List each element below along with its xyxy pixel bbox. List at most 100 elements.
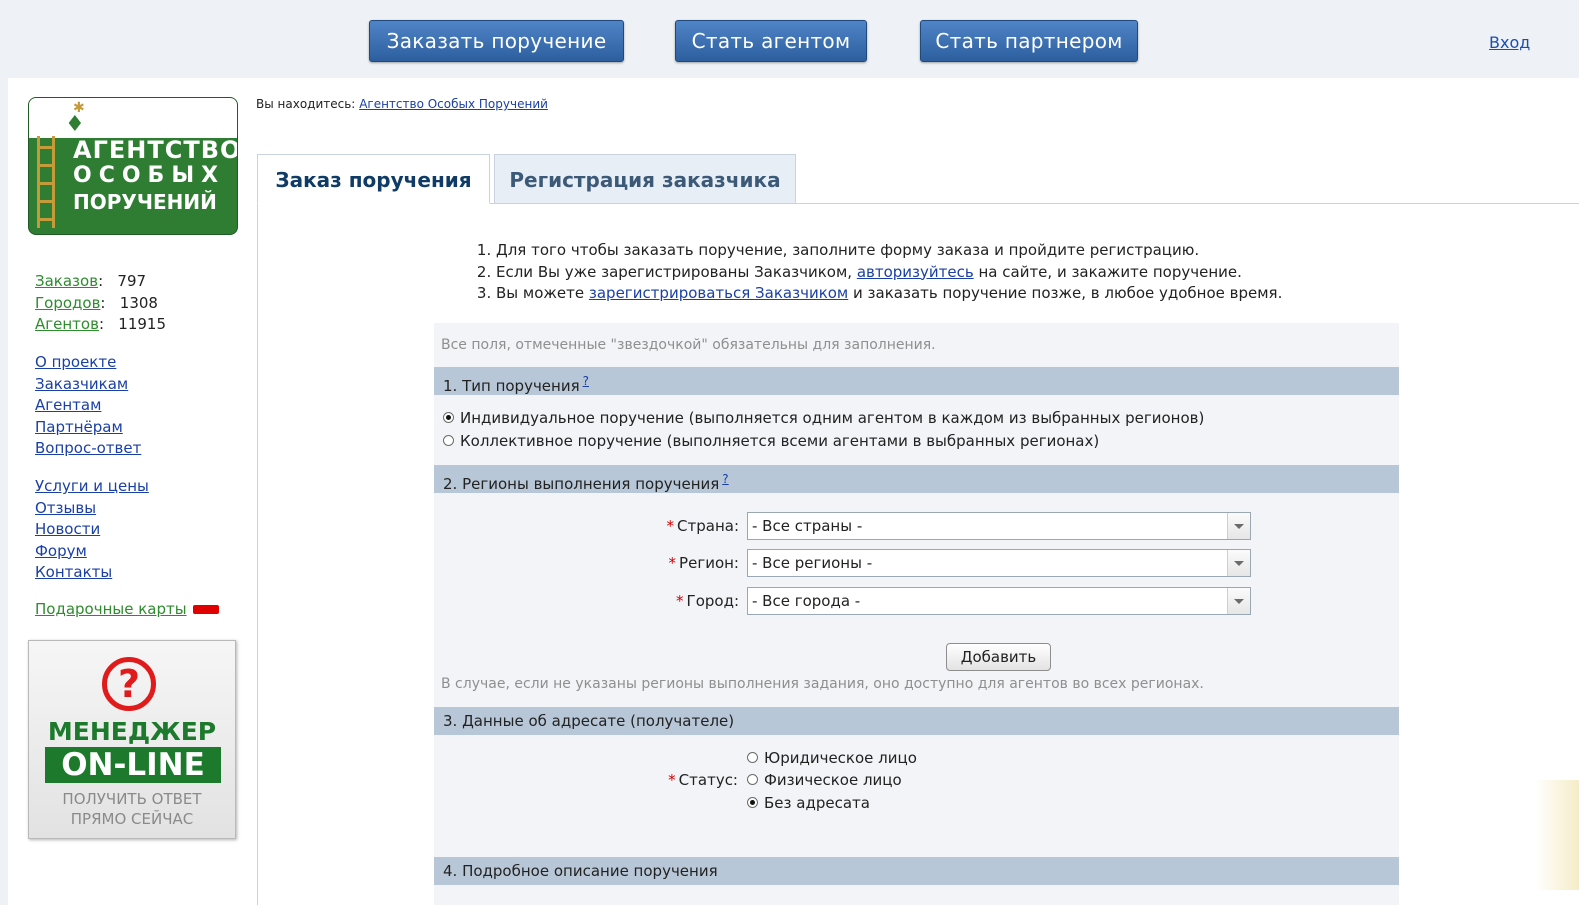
stat-cities: Городов: 1308 xyxy=(35,293,158,312)
chevron-down-icon[interactable] xyxy=(1227,513,1250,539)
city-select-value: - Все города - xyxy=(752,592,861,610)
breadcrumb-prefix: Вы находитесь: xyxy=(256,97,356,111)
status-label: * Статус: xyxy=(668,771,738,789)
radio-individual-person-icon[interactable] xyxy=(747,774,758,785)
radio-no-recipient-label: Без адресата xyxy=(764,794,870,812)
radio-legal-entity[interactable]: Юридическое лицо xyxy=(747,749,917,767)
radio-collective-label: Коллективное поручение (выполняется всем… xyxy=(460,432,1100,450)
nav-customers[interactable]: Заказчикам xyxy=(35,374,141,396)
banner-line-3a: ПОЛУЧИТЬ ОТВЕТ xyxy=(62,790,202,808)
content-left-border xyxy=(257,203,258,905)
regions-note: В случае, если не указаны регионы выполн… xyxy=(441,676,1204,692)
order-form: Для того чтобы заказать поручение, запол… xyxy=(434,220,1399,905)
decorative-corner xyxy=(1535,780,1579,890)
help-regions-icon[interactable]: ? xyxy=(722,472,728,486)
nav-forum[interactable]: Форум xyxy=(35,541,149,563)
country-select[interactable]: - Все страны - xyxy=(747,512,1251,540)
city-select[interactable]: - Все города - xyxy=(747,587,1251,615)
city-label: * Город: xyxy=(676,592,739,610)
radio-collective-icon[interactable] xyxy=(443,435,454,446)
radio-legal-entity-label: Юридическое лицо xyxy=(764,749,917,767)
radio-individual-icon[interactable] xyxy=(443,412,454,423)
logo-line-1: АГЕНТСТВО xyxy=(73,136,238,164)
top-bar: Заказать поручение Стать агентом Стать п… xyxy=(0,0,1579,78)
banner-line-1: МЕНЕДЖЕР xyxy=(47,717,217,746)
manager-online-banner[interactable]: ? МЕНЕДЖЕР ON-LINE ПОЛУЧИТЬ ОТВЕТ ПРЯМО … xyxy=(28,640,236,839)
radio-individual-label: Индивидуальное поручение (выполняется од… xyxy=(460,409,1205,427)
section-recipient-title: 3. Данные об адресате (получателе) xyxy=(443,712,735,730)
question-mark-icon: ? xyxy=(102,657,156,711)
instruction-2: Если Вы уже зарегистрированы Заказчиком,… xyxy=(496,262,1282,284)
tab-order-task[interactable]: Заказ поручения xyxy=(257,154,490,204)
become-partner-button[interactable]: Стать партнером xyxy=(920,20,1138,62)
login-inline-link[interactable]: авторизуйтесь xyxy=(857,263,974,281)
logo-line-3: ПОРУЧЕНИЙ xyxy=(73,190,217,214)
radio-individual-task[interactable]: Индивидуальное поручение (выполняется од… xyxy=(443,409,1204,427)
nav-about[interactable]: О проекте xyxy=(35,352,141,374)
radio-no-recipient[interactable]: Без адресата xyxy=(747,794,870,812)
become-agent-button[interactable]: Стать агентом xyxy=(675,20,867,62)
section-regions: 2. Регионы выполнения поручения? xyxy=(434,465,1399,493)
radio-individual-person-label: Физическое лицо xyxy=(764,771,902,789)
section-recipient: 3. Данные об адресате (получателе) xyxy=(434,707,1399,735)
tab-customer-registration[interactable]: Регистрация заказчика xyxy=(494,154,796,204)
help-task-type-icon[interactable]: ? xyxy=(583,374,589,388)
gift-cards: Подарочные карты xyxy=(35,600,219,618)
nav-agents[interactable]: Агентам xyxy=(35,395,141,417)
radio-legal-entity-icon[interactable] xyxy=(747,752,758,763)
country-select-value: - Все страны - xyxy=(752,517,863,535)
radio-individual-person[interactable]: Физическое лицо xyxy=(747,771,902,789)
left-edge xyxy=(0,78,8,905)
instruction-1: Для того чтобы заказать поручение, запол… xyxy=(496,240,1282,262)
chevron-down-icon[interactable] xyxy=(1227,550,1250,576)
nav-services-prices[interactable]: Услуги и цены xyxy=(35,476,149,498)
breadcrumb-home-link[interactable]: Агентство Особых Поручений xyxy=(359,97,548,111)
gift-cards-link[interactable]: Подарочные карты xyxy=(35,600,187,618)
section-description-title: 4. Подробное описание поручения xyxy=(443,862,718,880)
banner-line-3b: ПРЯМО СЕЙЧАС xyxy=(70,810,194,828)
stat-agents-link[interactable]: Агентов xyxy=(35,315,99,333)
climbing-man-icon: ♦ xyxy=(65,112,85,137)
sidebar-nav-secondary: Услуги и цены Отзывы Новости Форум Конта… xyxy=(35,476,149,584)
radio-collective-task[interactable]: Коллективное поручение (выполняется всем… xyxy=(443,432,1099,450)
required-fields-note: Все поля, отмеченные "звездочкой" обязат… xyxy=(441,337,936,353)
register-inline-link[interactable]: зарегистрироваться Заказчиком xyxy=(589,284,848,302)
stat-orders: Заказов: 797 xyxy=(35,272,147,290)
instructions: Для того чтобы заказать поручение, запол… xyxy=(434,220,1399,323)
banner-line-3: ПОЛУЧИТЬ ОТВЕТ ПРЯМО СЕЙЧАС xyxy=(29,789,235,829)
nav-faq[interactable]: Вопрос-ответ xyxy=(35,438,141,460)
stat-orders-value: 797 xyxy=(117,272,147,290)
logo-line-2: ОСОБЫХ xyxy=(73,163,226,188)
stat-orders-link[interactable]: Заказов xyxy=(35,272,98,290)
nav-contacts[interactable]: Контакты xyxy=(35,562,149,584)
new-badge-icon xyxy=(192,605,219,614)
nav-news[interactable]: Новости xyxy=(35,519,149,541)
nav-reviews[interactable]: Отзывы xyxy=(35,498,149,520)
region-select[interactable]: - Все регионы - xyxy=(747,549,1251,577)
site-logo[interactable]: ✱ ♦ АГЕНТСТВО ОСОБЫХ ПОРУЧЕНИЙ xyxy=(28,97,238,235)
section-task-type: 1. Тип поручения? xyxy=(434,367,1399,395)
stat-agents: Агентов: 11915 xyxy=(35,315,167,333)
ladder-icon xyxy=(37,136,55,228)
stat-cities-link[interactable]: Городов xyxy=(35,294,100,312)
breadcrumb: Вы находитесь: Агентство Особых Поручени… xyxy=(256,97,548,111)
login-link[interactable]: Вход xyxy=(1489,33,1530,52)
site-stats: Заказов: 797 Городов: 1308 Агентов: 1191… xyxy=(35,271,166,336)
banner-line-2: ON-LINE xyxy=(45,747,221,783)
stat-cities-value: 1308 xyxy=(119,293,158,312)
order-task-button[interactable]: Заказать поручение xyxy=(369,20,624,62)
section-description: 4. Подробное описание поручения xyxy=(434,857,1399,885)
section-task-type-title: 1. Тип поручения xyxy=(443,377,580,395)
chevron-down-icon[interactable] xyxy=(1227,588,1250,614)
nav-partners[interactable]: Партнёрам xyxy=(35,417,141,439)
region-select-value: - Все регионы - xyxy=(752,554,873,572)
instruction-3: Вы можете зарегистрироваться Заказчиком … xyxy=(496,283,1282,305)
radio-no-recipient-icon[interactable] xyxy=(747,797,758,808)
country-label: * Страна: xyxy=(666,517,739,535)
section-regions-title: 2. Регионы выполнения поручения xyxy=(443,475,720,493)
region-label: * Регион: xyxy=(668,554,739,572)
sidebar-nav-main: О проекте Заказчикам Агентам Партнёрам В… xyxy=(35,352,141,460)
add-region-button[interactable]: Добавить xyxy=(946,643,1051,671)
stat-agents-value: 11915 xyxy=(118,315,167,333)
logo-top-band xyxy=(29,98,237,138)
